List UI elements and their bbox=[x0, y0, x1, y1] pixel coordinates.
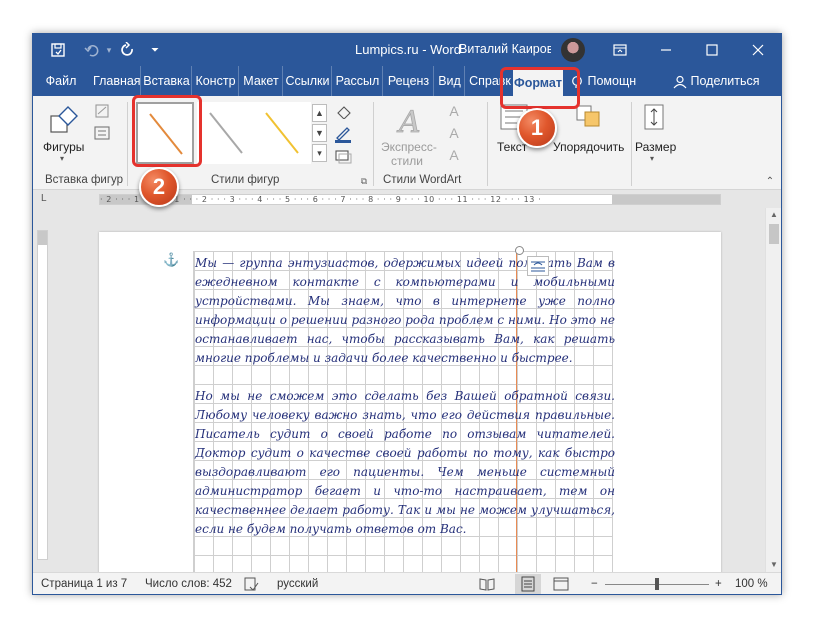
express-styles-label-2[interactable]: стили bbox=[391, 154, 423, 168]
tab-home[interactable]: Главная bbox=[93, 66, 141, 96]
tab-review[interactable]: Реценз bbox=[384, 66, 434, 96]
shapes-icon[interactable] bbox=[47, 102, 81, 138]
size-dropdown-icon[interactable]: ▾ bbox=[650, 154, 654, 163]
language[interactable]: русский bbox=[277, 578, 318, 590]
callout-marker-2: 2 bbox=[139, 167, 179, 207]
paragraph[interactable]: Но мы не сможем это сделать без Вашей об… bbox=[195, 387, 615, 539]
text-fill-icon[interactable]: A bbox=[443, 102, 465, 120]
person-icon bbox=[673, 75, 687, 89]
paragraph[interactable]: Мы — группа энтузиастов, одержимых идеей… bbox=[195, 254, 615, 368]
layout-options-icon[interactable] bbox=[527, 256, 549, 276]
collapse-ribbon-icon[interactable]: ⌃ bbox=[763, 176, 777, 187]
text-box-icon[interactable] bbox=[93, 124, 111, 142]
size-button[interactable]: Размер bbox=[635, 140, 676, 154]
format-tab-highlight bbox=[500, 67, 580, 109]
tab-layout[interactable]: Макет bbox=[240, 66, 283, 96]
style-line-preview bbox=[209, 112, 243, 154]
zoom-out-button[interactable]: − bbox=[591, 578, 598, 590]
vertical-ruler bbox=[37, 230, 48, 560]
title-bar: ▾ ⏷ Lumpics.ru - Word Виталий Каиров bbox=[33, 34, 781, 66]
wordart-icon[interactable]: A bbox=[393, 102, 431, 142]
gallery-down-arrow[interactable]: ▼ bbox=[312, 124, 327, 142]
express-styles-label-1[interactable]: Экспресс- bbox=[381, 140, 437, 154]
shapes-button[interactable]: Фигуры bbox=[43, 140, 84, 154]
text-effects-icon[interactable]: A bbox=[443, 146, 465, 164]
gallery-up-arrow[interactable]: ▲ bbox=[312, 104, 327, 122]
shape-outline-icon[interactable] bbox=[331, 124, 357, 144]
group-divider bbox=[487, 102, 488, 186]
ruler-scale[interactable]: · 2 · · · 1 · · · · · 1 · · · 2 · · · 3 … bbox=[99, 194, 721, 205]
print-layout-icon[interactable] bbox=[515, 574, 541, 594]
scroll-thumb[interactable] bbox=[769, 224, 779, 244]
word-count[interactable]: Число слов: 452 bbox=[145, 578, 232, 590]
user-name[interactable]: Виталий Каиров bbox=[459, 42, 551, 56]
zoom-in-button[interactable]: + bbox=[715, 578, 722, 590]
gray-line-preview bbox=[209, 112, 243, 154]
shape-effects-icon[interactable] bbox=[331, 146, 357, 166]
shape-styles-launcher-icon[interactable]: ⧉ bbox=[359, 176, 369, 186]
shape-style-gray[interactable] bbox=[197, 102, 255, 164]
proofing-icon[interactable] bbox=[243, 576, 259, 594]
maximize-icon[interactable] bbox=[689, 34, 735, 66]
zoom-level[interactable]: 100 % bbox=[735, 578, 768, 590]
shape-style-yellow[interactable] bbox=[253, 102, 311, 164]
tab-mailings[interactable]: Рассыл bbox=[333, 66, 383, 96]
read-mode-icon[interactable] bbox=[479, 577, 495, 594]
vertical-scrollbar[interactable]: ▲ ▼ bbox=[765, 208, 781, 572]
minimize-icon[interactable] bbox=[643, 34, 689, 66]
tab-view[interactable]: Вид bbox=[435, 66, 465, 96]
svg-text:A: A bbox=[396, 105, 421, 140]
ribbon-tabs: Файл Главная Вставка Констр Макет Ссылки… bbox=[33, 66, 781, 96]
vertical-ruler-margin bbox=[38, 231, 47, 245]
ruler-right-margin bbox=[612, 195, 720, 204]
style-thumb-highlight bbox=[132, 95, 202, 167]
callout-marker-1: 1 bbox=[517, 108, 557, 148]
yellow-line-preview bbox=[265, 112, 299, 154]
group-divider bbox=[631, 102, 632, 186]
shapes-dropdown-icon[interactable]: ▾ bbox=[60, 154, 64, 163]
ribbon-display-icon[interactable] bbox=[597, 34, 643, 66]
status-bar: Страница 1 из 7 Число слов: 452 русский … bbox=[33, 572, 781, 594]
style-line-preview bbox=[265, 112, 299, 154]
shape-styles-group-label: Стили фигур bbox=[211, 174, 280, 186]
document-text[interactable]: Мы — группа энтузиастов, одержимых идеей… bbox=[195, 254, 615, 539]
close-icon[interactable] bbox=[735, 34, 781, 66]
document-area[interactable]: ⚓ Мы — группа энтузиастов, одержимых иде… bbox=[53, 208, 765, 572]
wordart-group-label: Стили WordArt bbox=[383, 174, 462, 186]
anchor-icon: ⚓ bbox=[163, 252, 180, 267]
zoom-slider-thumb[interactable] bbox=[655, 578, 659, 590]
insert-shapes-group-label: Вставка фигур bbox=[45, 174, 124, 186]
text-outline-icon[interactable]: A bbox=[443, 124, 465, 142]
page-count[interactable]: Страница 1 из 7 bbox=[41, 578, 127, 590]
share-label: Поделиться bbox=[690, 74, 760, 88]
gallery-more-arrow[interactable]: ▾ bbox=[312, 144, 327, 162]
share-button[interactable]: Поделиться bbox=[673, 66, 760, 96]
scroll-down-arrow[interactable]: ▼ bbox=[766, 558, 781, 572]
arrange-button[interactable]: Упорядочить bbox=[553, 140, 624, 154]
page[interactable]: ⚓ Мы — группа энтузиастов, одержимых иде… bbox=[99, 232, 721, 572]
tab-references[interactable]: Ссылки bbox=[284, 66, 332, 96]
edit-shape-icon[interactable] bbox=[93, 102, 111, 120]
shape-fill-icon[interactable] bbox=[331, 102, 357, 122]
tab-selector-icon[interactable]: L bbox=[41, 193, 53, 205]
tab-insert[interactable]: Вставка bbox=[142, 66, 192, 96]
rotation-handle[interactable] bbox=[515, 246, 524, 255]
tab-design[interactable]: Констр bbox=[193, 66, 239, 96]
tell-me-label: Помощн bbox=[587, 74, 637, 88]
group-divider bbox=[127, 102, 128, 186]
web-layout-icon[interactable] bbox=[553, 577, 569, 594]
avatar[interactable] bbox=[561, 38, 585, 62]
scroll-up-arrow[interactable]: ▲ bbox=[766, 208, 781, 222]
tab-file[interactable]: Файл bbox=[41, 66, 81, 96]
group-divider bbox=[373, 102, 374, 186]
size-icon[interactable] bbox=[639, 102, 669, 132]
